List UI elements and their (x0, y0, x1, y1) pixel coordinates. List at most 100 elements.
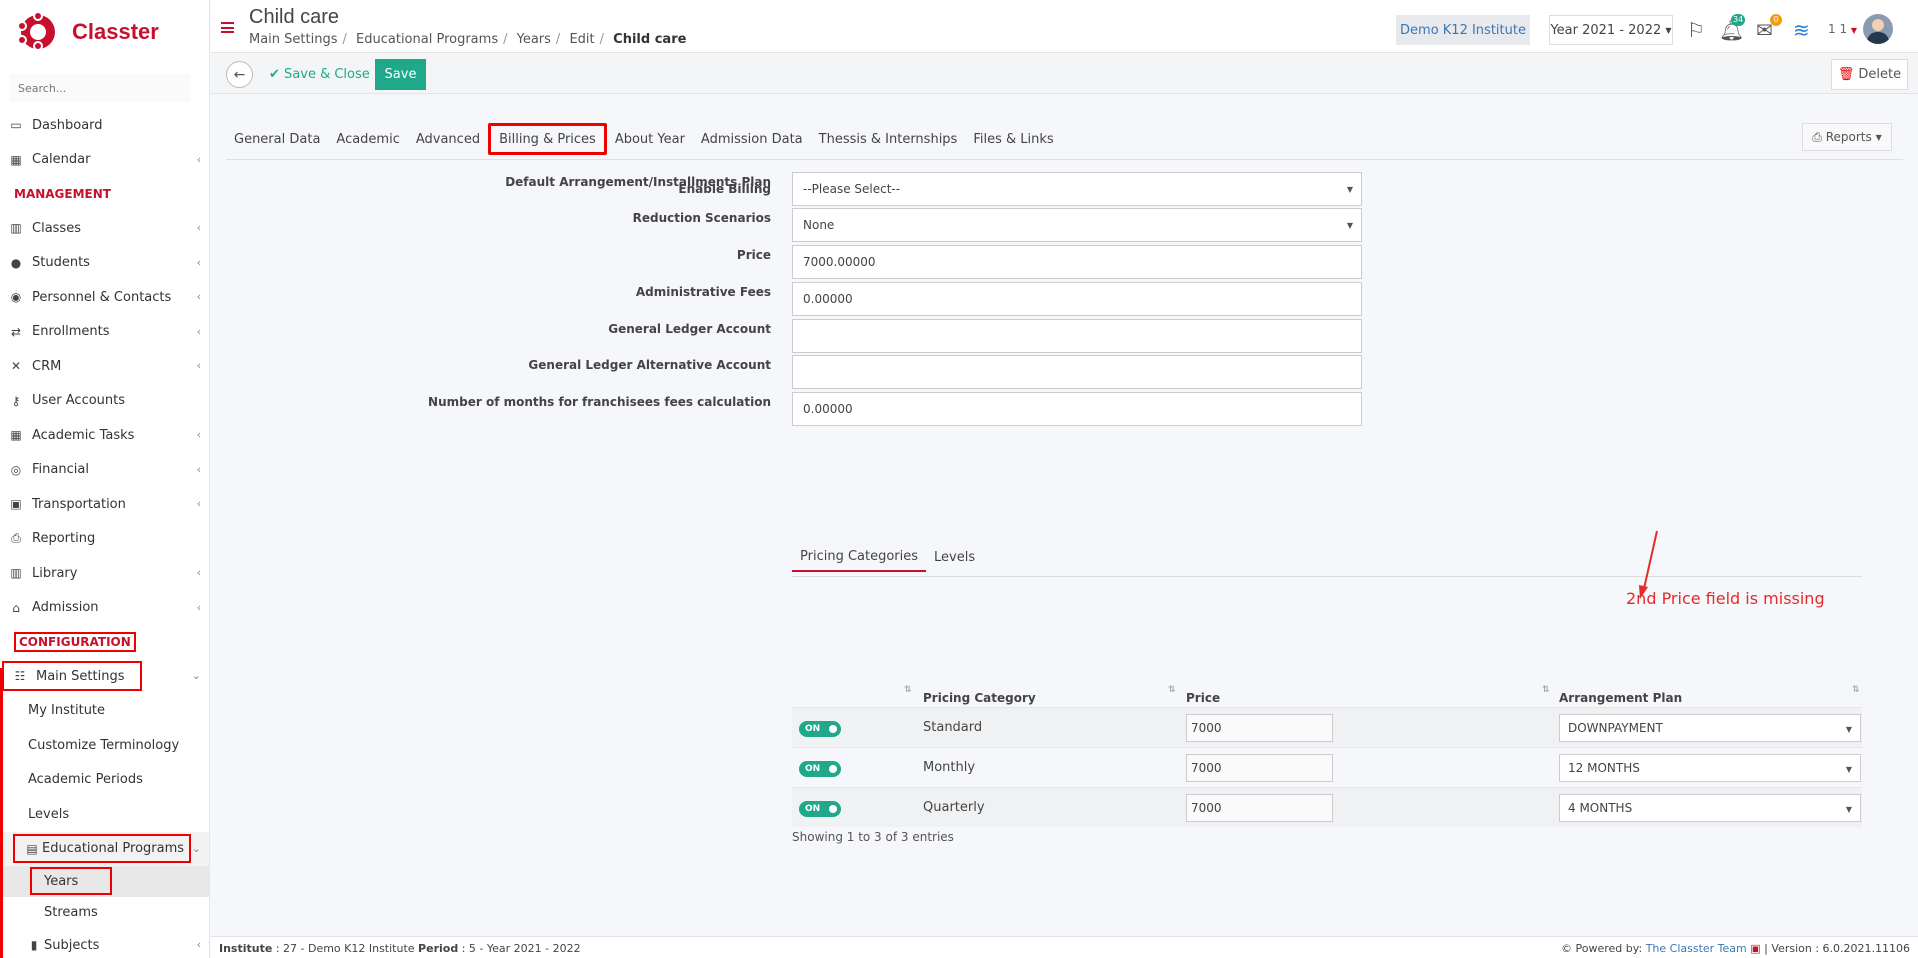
stack-icon[interactable]: ≋ (1793, 18, 1810, 42)
sidebar-item-my-institute[interactable]: My Institute (0, 694, 209, 729)
reduction-scenarios-label: Reduction Scenarios (632, 211, 771, 225)
avatar[interactable] (1863, 14, 1893, 44)
user-menu-label[interactable]: 1 1 ▼ (1828, 22, 1857, 36)
back-button[interactable]: ← (226, 61, 253, 88)
tab-academic[interactable]: Academic (328, 123, 407, 155)
tab-billing-prices[interactable]: Billing & Prices (488, 123, 607, 155)
subtab-pricing-categories[interactable]: Pricing Categories (792, 542, 927, 572)
classter-team-link[interactable]: The Classter Team (1646, 942, 1747, 955)
administrative-fees-input[interactable]: 0.00000 (792, 282, 1362, 316)
sidebar-item-calendar[interactable]: ▦ Calendar ‹ (0, 143, 209, 178)
sidebar-item-reporting[interactable]: ⎙ Reporting (0, 522, 209, 557)
plan-value: 12 MONTHS (1568, 761, 1640, 775)
sidebar-item-crm[interactable]: ✕ CRM ‹ (0, 349, 209, 384)
breadcrumb-link[interactable]: Educational Programs (356, 32, 498, 47)
logo[interactable]: Classter (0, 0, 209, 64)
sidebar-item-dashboard[interactable]: ▭ Dashboard (0, 108, 209, 143)
crm-icon: ✕ (10, 359, 22, 374)
sidebar-item-years[interactable]: Years (0, 866, 209, 897)
chevron-left-icon: ‹ (196, 359, 201, 372)
tab-general-data[interactable]: General Data (226, 123, 328, 155)
delete-button[interactable]: 🗑︎ Delete (1831, 59, 1908, 90)
coins-icon: ◎ (10, 462, 22, 477)
price-input[interactable]: 7000 (1186, 754, 1333, 782)
form-row: General Ledger Alternative Account (211, 355, 771, 389)
row-active-toggle[interactable]: ON (799, 720, 841, 737)
save-close-button[interactable]: ✔ Save & Close (269, 67, 370, 82)
default-arrangement-installments-plan-select[interactable]: --Please Select-- ▼ (792, 172, 1362, 206)
sidebar-item-customize-terminology[interactable]: Customize Terminology (0, 728, 209, 763)
reports-button[interactable]: ⎙ Reports ▼ (1802, 123, 1892, 151)
tab-thessis-internships[interactable]: Thessis & Internships (811, 123, 966, 155)
sidebar-item-transportation[interactable]: ▣ Transportation ‹ (0, 487, 209, 522)
row-active-toggle[interactable]: ON (799, 800, 841, 817)
general-ledger-alternative-account-input[interactable] (792, 355, 1362, 389)
tab-admission-data[interactable]: Admission Data (693, 123, 811, 155)
sort-icon[interactable]: ⇅ (904, 685, 912, 695)
arrangement-plan-select[interactable]: 4 MONTHS ▼ (1559, 794, 1861, 822)
monitor-icon: ▭ (10, 118, 22, 133)
year-selector-button[interactable]: Year 2021 - 2022 ▼ (1549, 15, 1673, 45)
sidebar-item-main-settings[interactable]: ☷ Main Settings ⌄ (0, 659, 209, 694)
sidebar-item-admission[interactable]: ⌂ Admission ‹ (0, 591, 209, 626)
number-of-months-for-franchisees-fees-calculation-input[interactable]: 0.00000 (792, 392, 1362, 426)
column-header-category[interactable]: Pricing Category (923, 691, 1036, 705)
sidebar-item-library[interactable]: ▥ Library ‹ (0, 556, 209, 591)
arrangement-plan-select[interactable]: 12 MONTHS ▼ (1559, 754, 1861, 782)
price-input[interactable]: 7000 (1186, 714, 1333, 742)
sidebar-item-label: Academic Tasks (32, 427, 135, 443)
price-input[interactable]: 7000 (1186, 794, 1333, 822)
hamburger-menu-icon[interactable] (221, 22, 234, 33)
tab-files-links[interactable]: Files & Links (965, 123, 1061, 155)
page-title: Child care (249, 6, 340, 28)
sidebar-item-financial[interactable]: ◎ Financial ‹ (0, 453, 209, 488)
sidebar-item-label: Personnel & Contacts (32, 289, 172, 305)
sort-icon[interactable]: ⇅ (1168, 685, 1176, 695)
general-ledger-account-input[interactable] (792, 319, 1362, 353)
sidebar-item-personnel-contacts[interactable]: ◉ Personnel & Contacts ‹ (0, 280, 209, 315)
tab-about-year[interactable]: About Year (607, 123, 693, 155)
sidebar-item-subjects[interactable]: ▮ Subjects ‹ (0, 928, 209, 958)
sort-icon[interactable]: ⇅ (1542, 685, 1550, 695)
sort-icon[interactable]: ⇅ (1852, 685, 1860, 695)
flag-icon[interactable]: ⚐ (1687, 18, 1705, 42)
institute-selector-button[interactable]: Demo K12 Institute (1396, 15, 1530, 45)
annotation-arrow (1639, 531, 1658, 599)
sidebar-item-user-accounts[interactable]: ⚷ User Accounts (0, 384, 209, 419)
sidebar-item-streams[interactable]: Streams (0, 897, 209, 928)
breadcrumb-link[interactable]: Main Settings (249, 32, 338, 47)
sidebar-item-enrollments[interactable]: ⇄ Enrollments ‹ (0, 315, 209, 350)
column-header-plan[interactable]: Arrangement Plan (1559, 691, 1682, 705)
exchange-icon: ⇄ (10, 324, 22, 339)
sidebar: Classter ▭ Dashboard ▦ Calendar ‹ MANAGE… (0, 0, 210, 958)
tab-advanced[interactable]: Advanced (408, 123, 488, 155)
sidebar-search-input[interactable] (10, 74, 190, 102)
caret-down-icon: ▼ (1346, 221, 1353, 230)
breadcrumb-link[interactable]: Edit (569, 32, 594, 47)
reduction-scenarios-select[interactable]: None ▼ (792, 208, 1362, 242)
sidebar-item-label: Library (32, 565, 78, 581)
sidebar-item-academic-tasks[interactable]: ▦ Academic Tasks ‹ (0, 418, 209, 453)
sidebar-item-students[interactable]: ● Students ‹ (0, 246, 209, 281)
column-header-price[interactable]: Price (1186, 691, 1220, 705)
sidebar-item-label: Subjects (44, 937, 100, 953)
library-icon: ▥ (10, 566, 22, 581)
save-button[interactable]: Save (375, 59, 426, 90)
sidebar-item-label: Transportation (32, 496, 126, 512)
arrangement-plan-select[interactable]: DOWNPAYMENT ▼ (1559, 714, 1861, 742)
general-ledger-account-label: General Ledger Account (608, 322, 771, 336)
sidebar-item-label: Streams (44, 905, 98, 920)
subtab-levels[interactable]: Levels (926, 542, 983, 572)
sidebar-item-academic-periods[interactable]: Academic Periods (0, 763, 209, 798)
row-active-toggle[interactable]: ON (799, 760, 841, 777)
sidebar-item-educational-programs[interactable]: ▤ Educational Programs ⌄ (0, 831, 209, 866)
sidebar-item-classes[interactable]: ▥ Classes ‹ (0, 211, 209, 246)
year-selector-label: Year 2021 - 2022 (1550, 22, 1662, 38)
sidebar-item-levels[interactable]: Levels (0, 797, 209, 832)
caret-down-icon: ▼ (1346, 185, 1353, 194)
subtab-bar: Pricing Categories Levels (792, 542, 983, 572)
pricing-category-cell: Standard (923, 720, 983, 735)
breadcrumb-link[interactable]: Years (517, 32, 551, 47)
field-value: 0.00000 (803, 402, 853, 416)
price-input[interactable]: 7000.00000 (792, 245, 1362, 279)
